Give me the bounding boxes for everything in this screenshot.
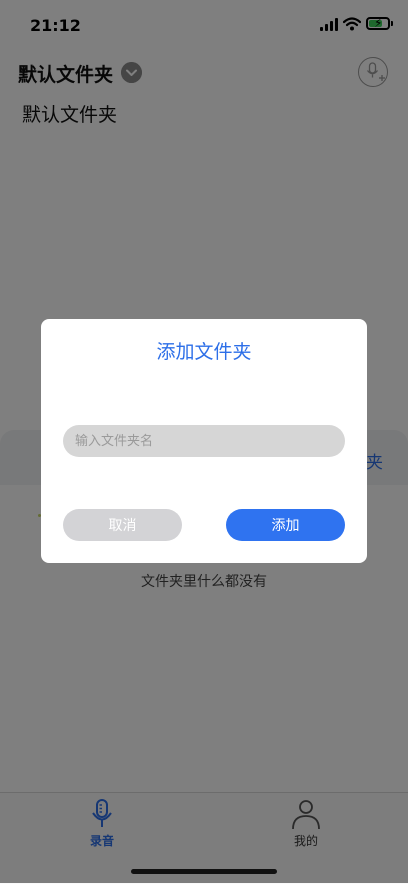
folder-name-input[interactable] <box>63 425 345 457</box>
add-button[interactable]: 添加 <box>226 509 345 541</box>
home-indicator <box>131 869 277 874</box>
cancel-button[interactable]: 取消 <box>63 509 182 541</box>
add-folder-dialog: 添加文件夹 取消 添加 <box>41 319 367 563</box>
dialog-title: 添加文件夹 <box>156 341 252 363</box>
